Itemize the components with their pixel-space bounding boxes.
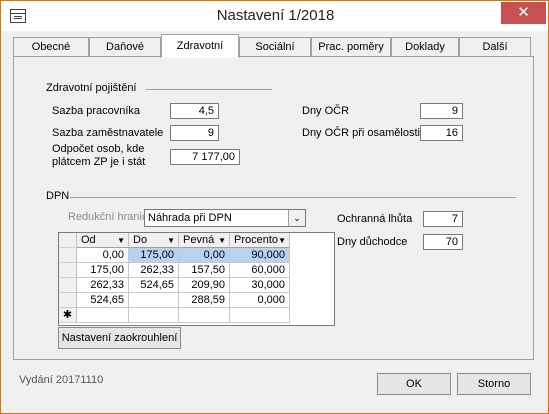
tab-socialni[interactable]: Sociální — [239, 37, 311, 57]
table-cell[interactable]: 0,00 — [77, 248, 129, 263]
deduction-label-line2: plátcem ZP je i stát — [52, 156, 146, 168]
health-group-divider — [146, 89, 272, 90]
sort-arrow-icon[interactable]: ▼ — [278, 233, 286, 248]
employer-rate-label: Sazba zaměstnavatele — [52, 127, 164, 139]
ocr-single-label: Dny OČR při osamělosti — [302, 127, 420, 139]
table-cell[interactable]: 175,00 — [129, 248, 179, 263]
employee-rate-label: Sazba pracovníka — [52, 105, 141, 117]
table-cell[interactable]: 209,90 — [179, 278, 230, 293]
table-cell[interactable]: 524,65 — [129, 278, 179, 293]
tab-dalsi[interactable]: Další — [459, 37, 531, 57]
column-label-pevna: Pevná — [183, 234, 215, 246]
chevron-down-icon[interactable]: ⌄ — [288, 210, 305, 226]
version-label: Vydání 20171110 — [19, 374, 104, 386]
table-cell[interactable]: 175,00 — [77, 263, 129, 278]
health-group-label: Zdravotní pojištění — [46, 82, 137, 94]
row-selector[interactable] — [59, 248, 77, 263]
row-selector[interactable] — [59, 263, 77, 278]
tab-danove[interactable]: Daňové — [89, 37, 161, 57]
table-cell[interactable] — [129, 308, 179, 323]
cancel-button[interactable]: Storno — [457, 373, 531, 395]
tab-obecne[interactable]: Obecné — [13, 37, 89, 57]
tab-zdravotni[interactable]: Zdravotní — [161, 34, 239, 58]
table-cell[interactable]: 60,000 — [230, 263, 290, 278]
deduction-input[interactable]: 7 177,00 — [170, 149, 240, 165]
table-cell[interactable]: 524,65 — [77, 293, 129, 308]
table-cell[interactable]: 157,50 — [179, 263, 230, 278]
new-row-marker[interactable]: ✱ — [59, 308, 77, 323]
table-cell[interactable] — [179, 308, 230, 323]
column-label-do: Do — [133, 234, 148, 246]
ocr-days-input[interactable]: 9 — [420, 103, 463, 119]
close-icon: ✕ — [517, 4, 530, 21]
rounding-settings-button[interactable]: Nastavení zaokrouhlení — [58, 327, 181, 349]
dpn-table: Od ▼ Do ▼ Pevná ▼ Procento ▼ 0,00 175,00 0,0… — [58, 232, 335, 326]
pension-days-input[interactable]: 70 — [423, 234, 463, 250]
column-header-procento[interactable]: Procento ▼ — [230, 233, 290, 248]
dpn-group-label: DPN — [46, 190, 70, 202]
row-selector[interactable] — [59, 278, 77, 293]
table-cell[interactable]: 30,000 — [230, 278, 290, 293]
employee-rate-input[interactable]: 4,5 — [170, 103, 219, 119]
table-cell[interactable]: 0,00 — [179, 248, 230, 263]
table-cell[interactable]: 90,000 — [230, 248, 290, 263]
sort-arrow-icon[interactable]: ▼ — [218, 233, 226, 248]
column-header-pevna[interactable]: Pevná ▼ — [179, 233, 230, 248]
column-label-procento: Procento — [234, 234, 279, 246]
reduction-select-value: Náhrada při DPN — [148, 212, 232, 224]
employer-rate-input[interactable]: 9 — [170, 125, 219, 141]
table-cell[interactable] — [129, 293, 179, 308]
table-cell[interactable]: 262,33 — [129, 263, 179, 278]
column-header-od[interactable]: Od ▼ — [77, 233, 129, 248]
column-label-od: Od — [81, 234, 96, 246]
table-cell[interactable] — [230, 308, 290, 323]
deduction-label-line1: Odpočet osob, kde — [52, 143, 145, 155]
tab-doklady[interactable]: Doklady — [391, 37, 459, 57]
table-cell[interactable]: 288,59 — [179, 293, 230, 308]
protection-label: Ochranná lhůta — [337, 213, 413, 225]
tab-prac-pomery[interactable]: Prac. poměry — [311, 37, 391, 57]
table-cell[interactable] — [77, 308, 129, 323]
table-cell[interactable]: 0,000 — [230, 293, 290, 308]
ocr-single-input[interactable]: 16 — [420, 125, 463, 141]
tab-panel-zdravotni: Zdravotní pojištění Sazba pracovníka 4,5… — [13, 56, 534, 360]
reduction-label: Redukční hranice — [68, 211, 154, 223]
column-header-do[interactable]: Do ▼ — [129, 233, 179, 248]
protection-input[interactable]: 7 — [423, 211, 463, 227]
ok-button[interactable]: OK — [377, 373, 451, 395]
close-button[interactable]: ✕ — [501, 2, 546, 24]
table-cell[interactable]: 262,33 — [77, 278, 129, 293]
reduction-select[interactable]: Náhrada při DPN ⌄ — [144, 209, 306, 227]
title-bar: Nastavení 1/2018 ✕ — [1, 1, 548, 31]
pension-days-label: Dny důchodce — [337, 236, 408, 248]
sort-arrow-icon[interactable]: ▼ — [167, 233, 175, 248]
window-title: Nastavení 1/2018 — [216, 7, 335, 24]
dpn-group-divider — [70, 197, 516, 198]
row-selector[interactable] — [59, 293, 77, 308]
ocr-days-label: Dny OČR — [302, 105, 350, 117]
settings-window: Nastavení 1/2018 ✕ Obecné Daňové Zdravot… — [0, 0, 549, 414]
select-all-corner[interactable] — [59, 233, 77, 248]
sort-arrow-icon[interactable]: ▼ — [117, 233, 125, 248]
